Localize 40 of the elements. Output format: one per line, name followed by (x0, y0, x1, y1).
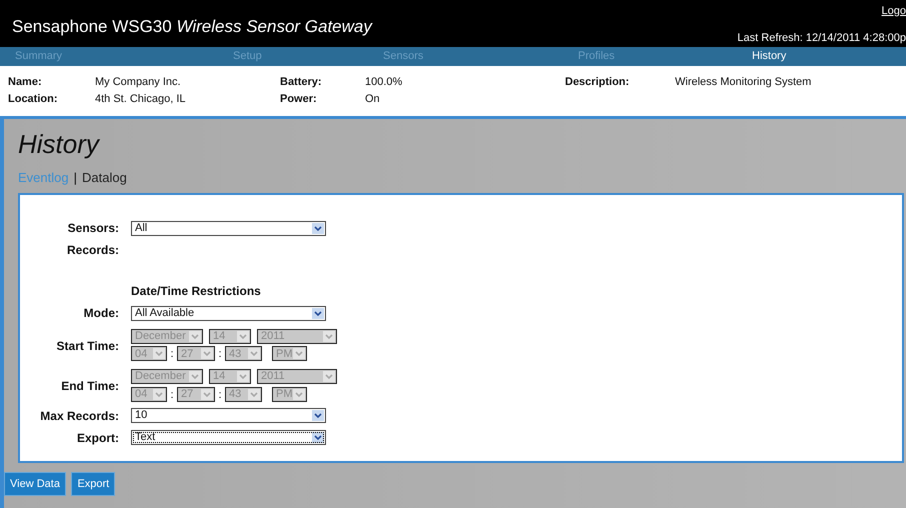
field-label: Location: (8, 92, 58, 106)
field-label: Name: (8, 75, 43, 90)
nav-tab[interactable]: Setup (233, 48, 262, 65)
field-label: Export: (76, 430, 119, 447)
action-button[interactable]: View Data (4, 472, 66, 496)
field-label: Records: (66, 242, 119, 260)
last-refresh-text: Last Refresh: 12/14/2011 4:28:00p (737, 30, 906, 46)
page-title: History (18, 128, 101, 160)
time-separator: : (217, 388, 223, 403)
time-separator: : (169, 388, 175, 403)
field-label: Battery: (280, 75, 323, 90)
dropdown-select[interactable]: 10 (131, 408, 326, 424)
nav-tab[interactable]: History (752, 48, 786, 65)
field-label: Description: (565, 75, 630, 90)
field-label: Sensors: (66, 220, 119, 238)
nav-tab[interactable]: Sensors (383, 48, 424, 65)
field-label: Mode: (82, 305, 119, 322)
field-value: My Company Inc. (95, 75, 182, 90)
tab-separator: | (74, 169, 77, 188)
field-label: Start Time: (56, 338, 119, 355)
logout-link[interactable]: Logo (882, 3, 906, 20)
field-label: End Time: (60, 378, 119, 396)
action-button[interactable]: Export (71, 472, 116, 496)
section-heading: Date/Time Restrictions (131, 283, 261, 300)
app-title: Sensaphone WSG30 Wireless Sensor Gateway (12, 16, 372, 38)
field-value: On (365, 92, 381, 106)
subtab-link[interactable]: Eventlog (18, 168, 69, 188)
subtab-link[interactable]: Datalog (82, 168, 127, 188)
field-label: Max Records: (39, 408, 119, 425)
field-label: Power: (280, 92, 318, 106)
nav-tab[interactable]: Profiles (578, 48, 615, 65)
field-value: 100.0% (365, 75, 404, 90)
dropdown-select[interactable]: All (131, 220, 326, 236)
time-separator: : (217, 347, 223, 362)
dropdown-select[interactable]: Text (131, 430, 326, 446)
dropdown-select[interactable]: All Available (131, 306, 326, 321)
field-value: 4th St. Chicago, IL (95, 92, 186, 106)
nav-tab[interactable]: Summary (15, 48, 62, 65)
time-separator: : (169, 347, 175, 362)
field-value: Wireless Monitoring System (675, 75, 812, 90)
